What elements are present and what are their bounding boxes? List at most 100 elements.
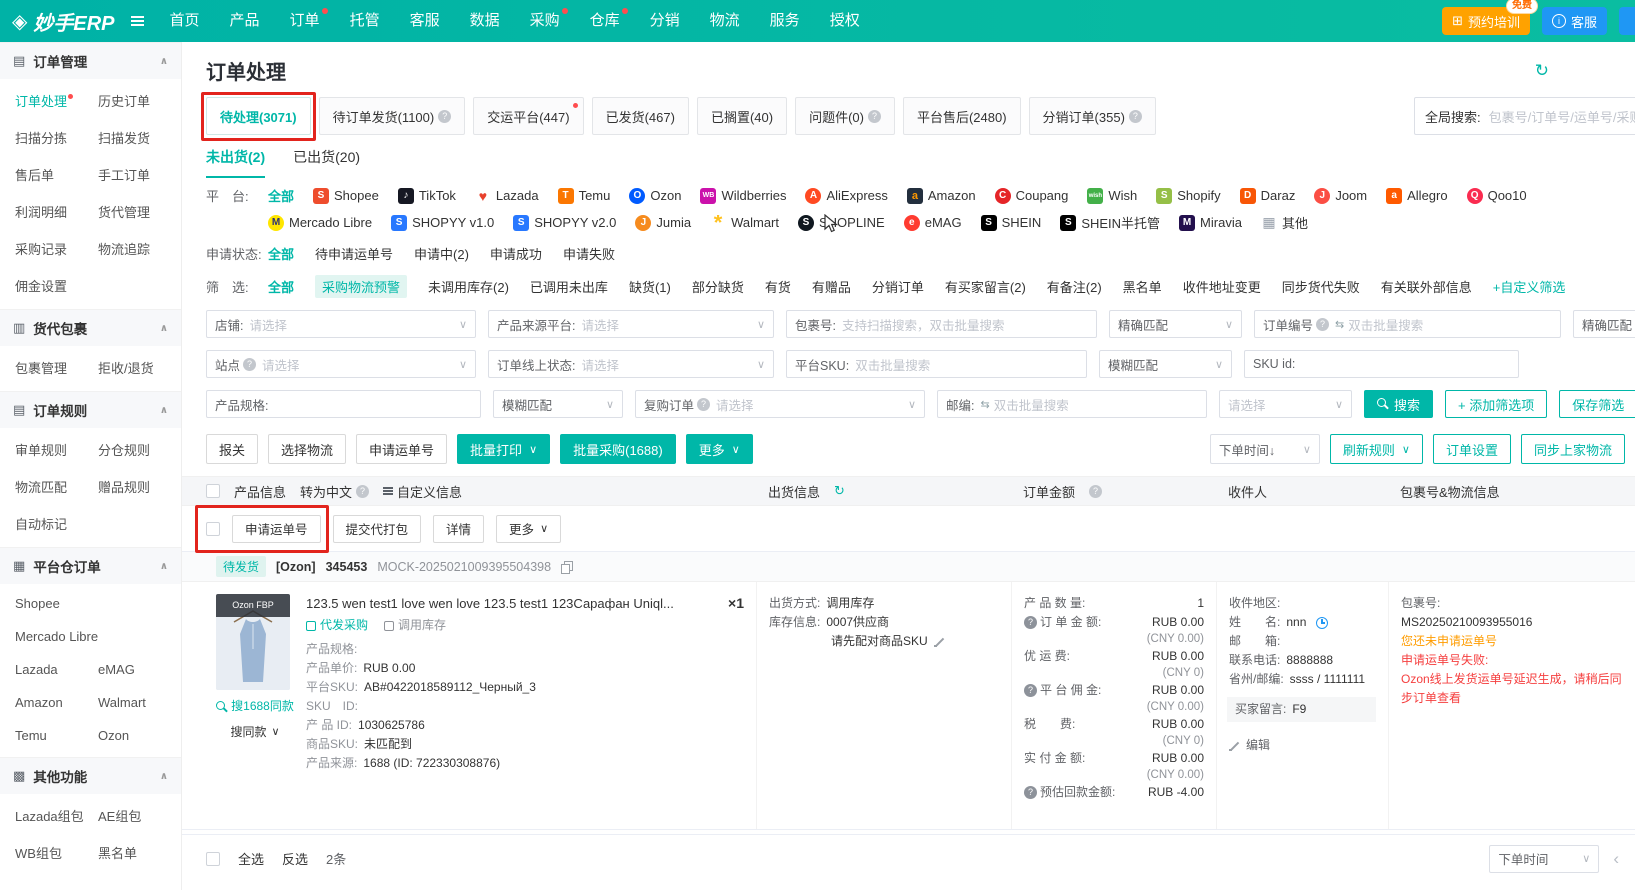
filter-with-note[interactable]: 有备注(2) [1047,277,1102,296]
filter-sync-forwarder-failed[interactable]: 同步货代失败 [1282,277,1360,296]
choose-logistics-button[interactable]: 选择物流 [268,434,346,464]
field-order-number[interactable]: 订单编号?⇆双击批量搜索 [1254,310,1561,338]
app-logo[interactable]: ◈ 妙手ERP [0,7,121,36]
package-number[interactable]: MS20250210093955016 [1401,613,1623,632]
filter-not-called-stock[interactable]: 未调用库存(2) [428,277,509,296]
more-actions-button[interactable]: 更多∨ [686,434,753,464]
platform-other[interactable]: ▦其他 [1261,213,1308,232]
platform-shein-semi[interactable]: SSHEIN半托管 [1060,213,1160,232]
platform-daraz[interactable]: DDaraz [1240,188,1296,204]
platform-shein[interactable]: SSHEIN [981,215,1042,231]
platform-shopyy-v1[interactable]: SSHOPYY v1.0 [391,215,494,231]
platform-tiktok[interactable]: ♪TikTok [398,188,456,204]
search-same-link[interactable]: 搜同款∨ [216,723,294,742]
filter-partial-out-of-stock[interactable]: 部分缺货 [692,277,744,296]
platform-allegro[interactable]: aAllegro [1386,188,1447,204]
field-sku-match-select[interactable]: 模糊匹配∨ [1099,350,1232,378]
add-filter-button[interactable]: + 添加筛选项 [1445,390,1547,418]
field-zipcode-select[interactable]: 请选择∨ [1219,390,1352,418]
tab-platform-aftersale[interactable]: 平台售后(2480) [903,97,1021,135]
field-order-match-select[interactable]: 精确匹配∨ [1573,310,1635,338]
status-applying[interactable]: 申请中(2) [414,244,469,263]
training-button[interactable]: ⊞ 预约培训 免费 [1442,7,1530,35]
field-source-platform[interactable]: 产品来源平台:请选择∨ [488,310,774,338]
product-image[interactable]: Ozon FBP [216,594,290,690]
clock-icon[interactable] [1316,617,1328,629]
edit-receiver-button[interactable]: 编辑 [1229,736,1376,755]
field-package-number[interactable]: 包裹号:支持扫描搜索，双击批量搜索 [786,310,1097,338]
tab-shipped[interactable]: 已发货(467) [592,97,689,135]
platform-shopline[interactable]: SSHOPLINE [798,215,885,231]
sidebar-item-order-processing[interactable]: 订单处理 [15,91,98,110]
filter-buyer-message[interactable]: 有买家留言(2) [945,277,1026,296]
field-platform-sku[interactable]: 平台SKU:双击批量搜索 [786,350,1087,378]
status-awaiting-tracking[interactable]: 待申请运单号 [315,244,393,263]
tab-handover-platform[interactable]: 交运平台(447) [473,97,583,135]
platform-lazada[interactable]: ♥Lazada [475,188,539,204]
sidebar-item-ozon[interactable]: Ozon [98,728,181,743]
use-stock-tag[interactable]: 调用库存 [384,616,446,635]
sidebar-item-lazada-bundle[interactable]: Lazada组包 [15,806,98,825]
sidebar-section-order-management[interactable]: ▤ 订单管理 ∧ [0,42,181,79]
nav-consignment[interactable]: 托管 [335,0,395,42]
order-time-sort-select[interactable]: 下单时间↓∨ [1210,434,1320,464]
filter-with-gift[interactable]: 有赠品 [812,277,851,296]
apply-tracking-number-button[interactable]: 申请运单号 [356,434,447,464]
sidebar-item-scan-shipping[interactable]: 扫描发货 [98,128,181,147]
field-sku-id[interactable]: SKU id: [1244,350,1519,378]
sidebar-item-wb-bundle[interactable]: WB组包 [15,843,98,862]
order-settings-button[interactable]: 订单设置 [1433,434,1511,464]
nav-products[interactable]: 产品 [215,0,275,42]
sidebar-item-mercado-libre[interactable]: Mercado Libre [15,629,181,644]
sidebar-item-emag[interactable]: eMAG [98,662,181,677]
platform-aliexpress[interactable]: AAliExpress [805,188,887,204]
field-package-match-select[interactable]: 精确匹配∨ [1109,310,1242,338]
sidebar-item-profit-details[interactable]: 利润明细 [15,202,98,221]
status-apply-success[interactable]: 申请成功 [490,244,542,263]
filter-distribution-order[interactable]: 分销订单 [872,277,924,296]
nav-customer-service[interactable]: 客服 [395,0,455,42]
detail-button[interactable]: 详情 [433,515,484,543]
platform-wish[interactable]: wishWish [1087,188,1137,204]
clipped-button-stub[interactable] [1619,7,1635,35]
sidebar-item-forwarder-management[interactable]: 货代管理 [98,202,181,221]
nav-warehouse[interactable]: 仓库 [575,0,635,42]
copy-icon[interactable] [561,561,572,573]
refresh-icon[interactable]: ↻ [834,483,845,499]
edit-icon[interactable] [934,636,946,648]
platform-shopee[interactable]: SShopee [313,188,379,204]
prev-page-icon[interactable]: ‹ [1613,849,1619,869]
platform-ozon[interactable]: OOzon [629,188,681,204]
nav-data[interactable]: 数据 [455,0,515,42]
sidebar-item-walmart[interactable]: Walmart [98,695,181,710]
sidebar-section-order-rules[interactable]: ▤ 订单规则 ∧ [0,391,181,428]
field-product-spec[interactable]: 产品规格: [206,390,481,418]
sidebar-item-manual-orders[interactable]: 手工订单 [98,165,181,184]
sync-upstream-logistics-button[interactable]: 同步上家物流 [1521,434,1625,464]
subtab-not-shipped[interactable]: 未出货(2) [206,147,265,178]
sidebar-item-temu[interactable]: Temu [15,728,98,743]
tab-pending[interactable]: 待处理(3071) [206,97,311,135]
footer-select-checkbox[interactable] [206,852,220,866]
sidebar-item-scan-sorting[interactable]: 扫描分拣 [15,128,98,147]
filter-called-not-shipped[interactable]: 已调用未出库 [530,277,608,296]
submit-packing-button[interactable]: 提交代打包 [333,515,422,543]
field-repurchase-order[interactable]: 复购订单?请选择∨ [635,390,925,418]
search-button[interactable]: 搜索 [1364,390,1433,418]
platform-walmart[interactable]: *Walmart [710,215,779,231]
support-button[interactable]: i 客服 [1542,7,1607,35]
dropship-purchase-tag[interactable]: 代发采购 [306,616,368,635]
nav-services[interactable]: 服务 [755,0,815,42]
nav-distribution[interactable]: 分销 [635,0,695,42]
search-1688-link[interactable]: 搜1688同款 [216,697,294,716]
nav-authorization[interactable]: 授权 [815,0,875,42]
save-filter-button[interactable]: 保存筛选 [1559,390,1635,418]
custom-info-link[interactable]: 自定义信息 [383,482,462,501]
order-number[interactable]: 345453 [326,560,368,574]
filter-all[interactable]: 全部 [268,277,294,296]
sidebar-item-lazada[interactable]: Lazada [15,662,98,677]
filter-in-stock[interactable]: 有货 [765,277,791,296]
filter-custom[interactable]: +自定义筛选 [1493,277,1566,296]
sidebar-item-amazon[interactable]: Amazon [15,695,98,710]
batch-purchase-button[interactable]: 批量采购(1688) [560,434,676,464]
